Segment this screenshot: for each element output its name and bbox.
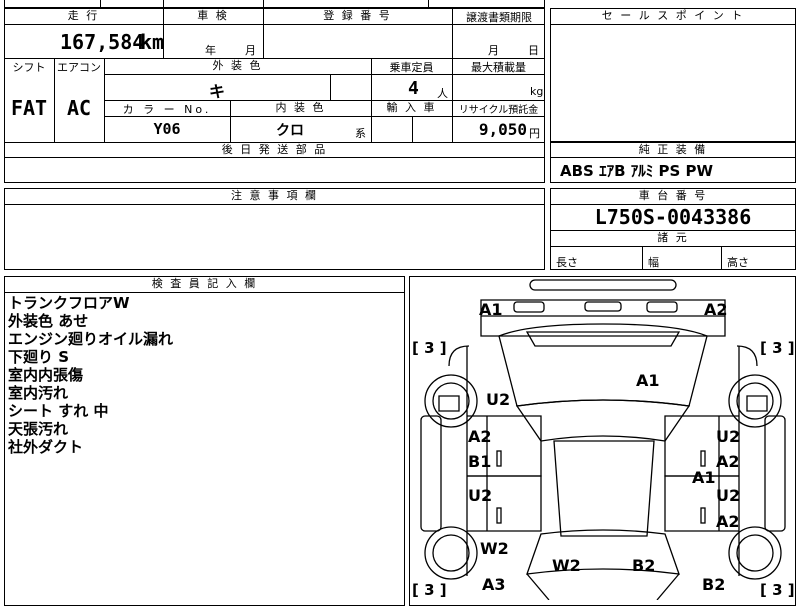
later-parts-header: 後 日 発 送 部 品 [221, 143, 328, 156]
inspector-notes: トランクフロアW 外装色 あせ エンジン廻りオイル漏れ 下廻り S 室内内張傷 … [8, 294, 173, 456]
mileage-unit: km [140, 30, 165, 54]
recycle-header: リサイクル預託金 [458, 105, 539, 116]
colorno-value: Y06 [153, 120, 181, 138]
colorno-header: カ ラ ー No. [122, 103, 212, 116]
top-strip-divider [163, 0, 164, 8]
tire-code: [ 3 ] [760, 339, 795, 357]
inspector-header: 検 査 員 記 入 欄 [151, 277, 258, 290]
inspector-line: 室内汚れ [8, 384, 69, 402]
mileage-header: 走 行 [67, 9, 100, 22]
top-strip-divider [428, 0, 429, 8]
shift-header: シフト [12, 61, 46, 74]
chassis-value: L750S-0043386 [594, 205, 752, 229]
damage-code: A2 [704, 300, 728, 319]
damage-code: U2 [716, 486, 741, 505]
capacity-header: 乗車定員 [389, 61, 434, 74]
damage-code: U2 [486, 390, 511, 409]
inspector-line: トランクフロアW [8, 294, 130, 312]
damage-code: U2 [468, 486, 493, 505]
top-strip [4, 0, 545, 8]
damage-code: A1 [636, 371, 660, 390]
damage-code: W2 [552, 556, 581, 575]
inspector-line: 社外ダクト [8, 438, 84, 456]
inspector-line: エンジン廻りオイル漏れ [8, 330, 174, 348]
transfer-month: 月 [488, 44, 499, 57]
dimension-height-label: 高さ [727, 256, 749, 269]
transfer-day: 日 [528, 44, 539, 57]
capacity-value: 4 [408, 78, 419, 99]
notes-header: 注 意 事 項 欄 [231, 189, 318, 202]
interior-value: クロ [276, 123, 304, 139]
mileage-value: 167,584 [60, 30, 145, 54]
capacity-unit: 人 [437, 87, 448, 100]
top-strip-divider [263, 0, 264, 8]
damage-code: A3 [482, 575, 506, 594]
sales-point-box [550, 8, 796, 142]
shift-value: FAT [10, 96, 48, 120]
equipment-value: ABS ｴｱB ｱﾙﾐ PS PW [560, 162, 714, 180]
interior-suffix: 系 [355, 127, 366, 140]
inspector-line: 室内内張傷 [8, 366, 84, 384]
inspector-line: 天張汚れ [8, 420, 69, 438]
exterior-header: 外 装 色 [212, 59, 263, 72]
tire-code: [ 3 ] [412, 581, 447, 599]
registration-header: 登 録 番 号 [323, 9, 392, 22]
ac-value: AC [66, 96, 92, 120]
damage-code: A1 [479, 300, 503, 319]
sales-point-header: セ ー ル ス ポ イ ン ト [601, 9, 745, 22]
transfer-header: 譲渡書類期限 [466, 11, 532, 24]
exterior-value: キ [208, 82, 225, 101]
damage-code: A2 [716, 452, 740, 471]
dimension-length-label: 長さ [556, 256, 578, 269]
dimensions-header: 諸 元 [657, 231, 689, 244]
ac-header: エアコン [57, 61, 101, 74]
damage-code: A1 [692, 468, 716, 487]
tire-code: [ 3 ] [760, 581, 795, 599]
inspector-line: 外装色 あせ [8, 312, 89, 330]
recycle-value: 9,050 [478, 120, 527, 139]
damage-code: W2 [480, 539, 509, 558]
inspection-header: 車 検 [197, 9, 229, 22]
maxload-unit: kg [530, 85, 544, 98]
damage-code: B2 [702, 575, 726, 594]
damage-code: U2 [716, 427, 741, 446]
inspector-line: 下廻り S [8, 348, 70, 366]
equipment-header: 純 正 装 備 [638, 143, 708, 156]
inspection-year: 年 [205, 44, 216, 57]
chassis-header: 車 台 番 号 [638, 189, 708, 202]
damage-code: A2 [716, 512, 740, 531]
damage-code: B1 [468, 452, 492, 471]
recycle-unit: 円 [529, 127, 540, 140]
inspection-month: 月 [245, 44, 256, 57]
damage-code: A2 [468, 427, 492, 446]
import-header: 輸 入 車 [386, 101, 437, 114]
maxload-header: 最大積載量 [471, 61, 526, 74]
tire-code: [ 3 ] [412, 339, 447, 357]
inspector-line: シート すれ 中 [8, 402, 109, 420]
top-strip-divider [100, 0, 101, 8]
damage-code: B2 [632, 556, 656, 575]
dimension-width-label: 幅 [648, 256, 659, 269]
interior-header: 内 装 色 [275, 101, 326, 114]
